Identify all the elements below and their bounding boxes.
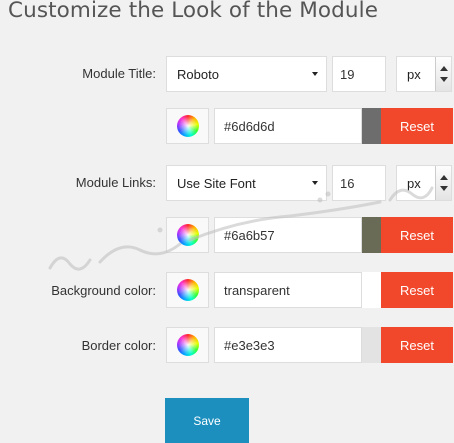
module-links-font-select[interactable]: Use Site Font [166, 165, 327, 201]
module-links-color-picker-button[interactable] [166, 217, 209, 253]
module-links-font-value: Use Site Font [177, 175, 256, 191]
module-title-unit-value: px [407, 66, 421, 82]
save-button[interactable]: Save [165, 398, 249, 443]
module-title-size-input[interactable]: 19 [332, 56, 386, 92]
module-title-color-picker-button[interactable] [166, 108, 209, 144]
border-color-reset-button[interactable]: Reset [381, 327, 453, 363]
module-title-unit-select[interactable]: px [396, 56, 452, 92]
module-links-reset-button[interactable]: Reset [381, 217, 453, 253]
module-title-label: Module Title: [82, 66, 156, 81]
module-links-unit-value: px [407, 175, 421, 191]
module-title-color-input[interactable]: #6d6d6d [214, 108, 362, 144]
border-color-picker-button[interactable] [166, 327, 209, 363]
border-color-input[interactable]: #e3e3e3 [214, 327, 362, 363]
module-links-color-preview [362, 217, 381, 253]
background-color-label: Background color: [51, 283, 156, 298]
module-links-unit-select[interactable]: px [396, 165, 452, 201]
module-links-label: Module Links: [75, 175, 156, 190]
module-links-color-input[interactable]: #6a6b57 [214, 217, 362, 253]
color-wheel-icon [176, 224, 199, 246]
color-wheel-icon [176, 334, 199, 356]
chevron-down-icon [312, 181, 318, 185]
select-arrows-icon [435, 166, 451, 200]
module-title-reset-button[interactable]: Reset [381, 108, 453, 144]
background-color-preview [362, 272, 381, 308]
module-title-color-preview [362, 108, 381, 144]
module-title-font-select[interactable]: Roboto [166, 56, 327, 92]
border-color-preview [362, 327, 381, 363]
module-links-size-input[interactable]: 16 [332, 165, 386, 201]
background-color-picker-button[interactable] [166, 272, 209, 308]
select-arrows-icon [435, 57, 451, 91]
background-color-reset-button[interactable]: Reset [381, 272, 453, 308]
chevron-down-icon [312, 72, 318, 76]
color-wheel-icon [176, 115, 199, 137]
page-title: Customize the Look of the Module [8, 0, 379, 23]
color-wheel-icon [176, 279, 199, 301]
border-color-label: Border color: [81, 338, 156, 353]
background-color-input[interactable]: transparent [214, 272, 362, 308]
module-title-font-value: Roboto [177, 66, 219, 82]
